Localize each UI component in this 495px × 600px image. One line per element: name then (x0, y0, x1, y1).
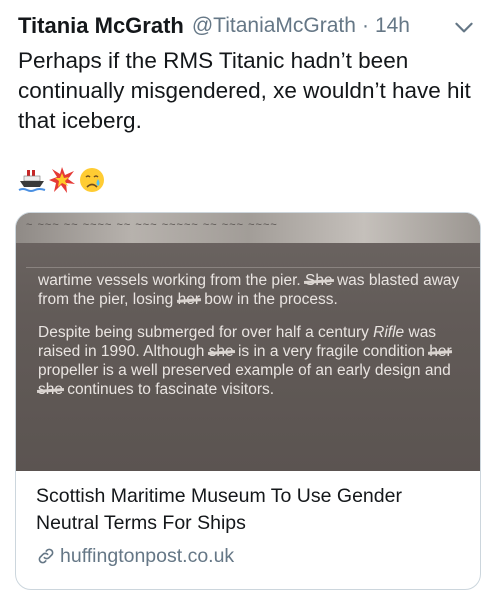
tweet-text: Perhaps if the RMS Titanic hadn’t been c… (18, 48, 471, 133)
plaque-paragraph-1: wartime vessels working from the pier. S… (38, 271, 468, 309)
crossed-out-pronoun: she (38, 381, 63, 398)
crossed-out-pronoun: She (305, 272, 333, 289)
plaque-top-strip: ~ ~~~ ~~ ~~~~ ~~ ~~~ ~~~~~ ~~ ~~~ ~~~~ (16, 213, 480, 243)
crossed-out-pronoun: her (177, 291, 200, 308)
crossed-out-pronoun: she (208, 343, 234, 360)
plaque-paragraph-2: Despite being submerged for over half a … (38, 323, 468, 399)
card-link[interactable]: huffingtonpost.co.uk (36, 543, 234, 569)
collision-emoji (49, 167, 75, 193)
plaque-text-segment: continues to fascinate visitors. (63, 381, 275, 398)
tweet[interactable]: Titania McGrath @TitaniaMcGrath · 14h Pe… (0, 0, 495, 600)
plaque-text-segment: propeller is a well preserved example of… (38, 362, 451, 379)
plaque-text-segment: Despite being submerged for over half a … (38, 324, 374, 341)
crossed-out-pronoun: her (429, 343, 452, 360)
ship-emoji (18, 170, 46, 192)
card-domain[interactable]: huffingtonpost.co.uk (60, 545, 234, 568)
plaque-rule (26, 267, 480, 268)
card-image[interactable]: ~ ~~~ ~~ ~~~~ ~~ ~~~ ~~~~~ ~~ ~~~ ~~~~ w… (16, 213, 480, 471)
plaque-text-segment: is in a very fragile condition (233, 343, 430, 360)
author-name[interactable]: Titania McGrath (18, 13, 184, 39)
link-icon (38, 548, 54, 564)
chevron-down-icon[interactable] (451, 14, 477, 40)
ship-name: Rifle (373, 324, 405, 341)
link-card[interactable]: ~ ~~~ ~~ ~~~~ ~~ ~~~ ~~~~~ ~~ ~~~ ~~~~ w… (15, 212, 481, 590)
tweet-header: Titania McGrath @TitaniaMcGrath · 14h (18, 10, 477, 42)
plaque-text-segment: bow in the process. (199, 291, 338, 308)
plaque-text-segment: wartime vessels working from the pier. (38, 272, 306, 289)
plaque-text: wartime vessels working from the pier. S… (38, 271, 468, 413)
strip-lettering: ~ ~~~ ~~ ~~~~ ~~ ~~~ ~~~~~ ~~ ~~~ ~~~~ (26, 219, 278, 231)
emoji-row (18, 166, 106, 196)
author-handle[interactable]: @TitaniaMcGrath (192, 14, 356, 38)
tweet-time[interactable]: 14h (375, 14, 410, 38)
crying-face-emoji (80, 168, 104, 192)
card-title[interactable]: Scottish Maritime Museum To Use Gender N… (36, 483, 466, 537)
separator: · (361, 14, 369, 37)
